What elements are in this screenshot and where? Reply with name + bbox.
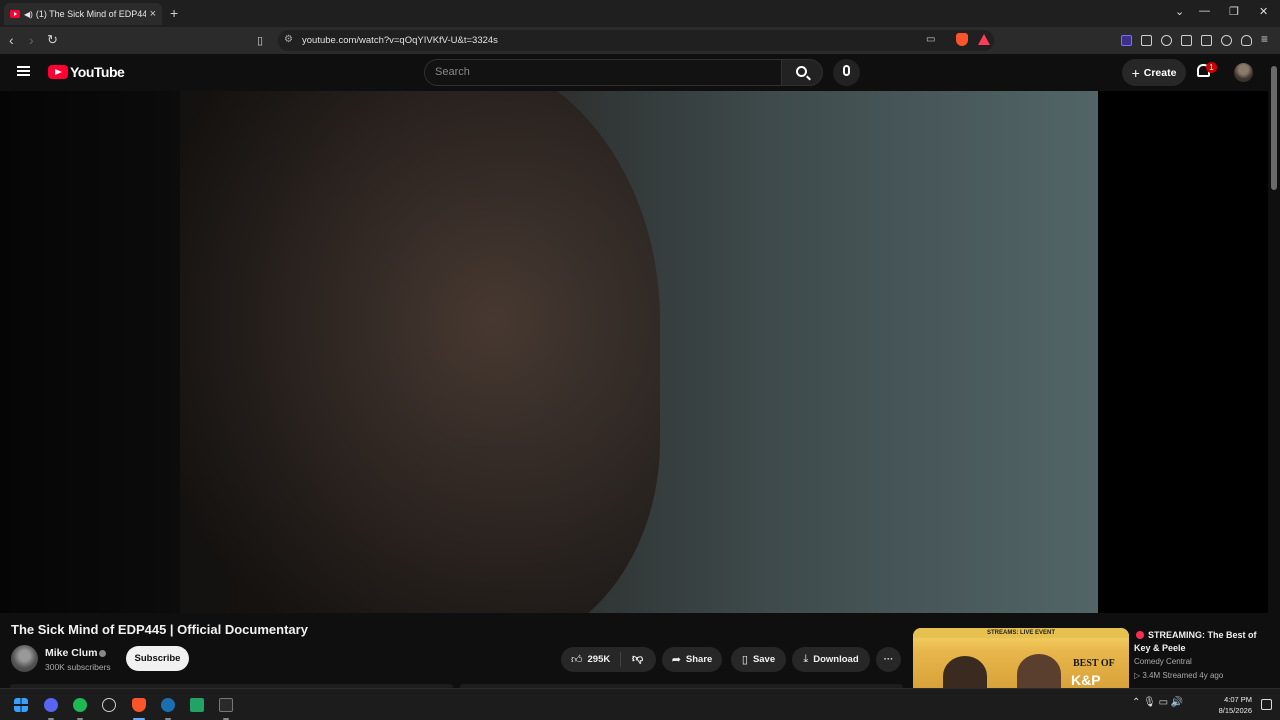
url-text[interactable]: youtube.com/watch?v=qOqYIVKfV-U&t=3324s <box>302 35 498 46</box>
notification-badge: 1 <box>1206 62 1217 73</box>
steam-icon[interactable] <box>161 698 175 712</box>
clock-time: 4:07 PM <box>1224 695 1252 704</box>
address-bar[interactable]: ⚙ youtube.com/watch?v=qOqYIVKfV-U&t=3324… <box>278 30 994 51</box>
download-button[interactable]: ⤓ Download <box>792 647 870 672</box>
plus-icon: + <box>1131 64 1140 81</box>
more-icon: ··· <box>883 654 894 665</box>
video-player[interactable] <box>0 91 1268 613</box>
scrollbar-thumb[interactable] <box>1271 66 1277 190</box>
back-icon[interactable]: ‹ <box>9 32 14 48</box>
recommended-video-thumbnail[interactable]: STREAMS: LIVE EVENT BEST OF K&P <box>913 628 1129 688</box>
search-placeholder: Search <box>435 66 470 78</box>
like-count: 295K <box>587 654 611 665</box>
subscriber-count: 300K subscribers <box>45 662 111 672</box>
extension-icon[interactable] <box>1121 35 1132 46</box>
search-input[interactable]: Search <box>424 59 782 86</box>
site-info-icon[interactable]: ⚙ <box>284 34 293 45</box>
microphone-icon <box>843 65 850 76</box>
channel-avatar[interactable] <box>11 645 38 672</box>
media-icon[interactable] <box>1161 35 1172 46</box>
thumbnail-person-right <box>1017 654 1061 688</box>
speaker-icon[interactable]: ◀) <box>24 10 33 19</box>
share-button[interactable]: ➦ Share <box>662 647 722 672</box>
youtube-header: YouTube Search + Create 1 <box>0 54 1268 91</box>
search-button[interactable] <box>781 59 823 86</box>
tab-title: (1) The Sick Mind of EDP445 <box>35 9 146 19</box>
thumbnail-text-best-of: BEST OF <box>1073 658 1115 669</box>
search-icon <box>796 66 807 77</box>
account-avatar[interactable] <box>1234 63 1253 82</box>
like-button[interactable]: 👍︎ 295K <box>571 653 610 666</box>
bookmark-icon[interactable]: ▯ <box>257 34 263 47</box>
video-title: The Sick Mind of EDP445 | Official Docum… <box>11 622 308 637</box>
notification-center-icon[interactable] <box>1261 699 1272 710</box>
youtube-logo-text[interactable]: YouTube <box>70 64 125 80</box>
youtube-logo-icon[interactable] <box>48 65 68 79</box>
like-dislike-group: 👍︎ 295K 👎︎ <box>561 647 656 672</box>
thumbnail-person-left <box>943 656 987 688</box>
page-scrollbar[interactable] <box>1270 60 1278 720</box>
discord-icon[interactable] <box>44 698 58 712</box>
download-icon: ⤓ <box>803 653 809 665</box>
windows-taskbar: ⌃ 🎙 ▭ 🔊 4:07 PM 8/15/2026 <box>0 688 1280 720</box>
save-label: Save <box>752 654 776 665</box>
recommended-channel-name[interactable]: Comedy Central <box>1134 657 1192 666</box>
close-window-button[interactable]: ✕ <box>1259 5 1268 18</box>
leo-ai-icon[interactable] <box>1221 35 1232 46</box>
tab-search-icon[interactable]: ⌄ <box>1175 5 1184 18</box>
browser-tab[interactable]: ◀) (1) The Sick Mind of EDP445 × <box>4 3 162 25</box>
cast-icon[interactable]: ▭ <box>926 34 935 45</box>
dislike-button[interactable]: 👎︎ <box>632 652 643 665</box>
bookmark-icon: ▯ <box>741 654 748 666</box>
subscribe-button[interactable]: Subscribe <box>126 646 189 671</box>
clock-date: 8/15/2026 <box>1218 706 1252 715</box>
download-label: Download <box>813 654 859 665</box>
sidebar-icon[interactable] <box>1181 35 1192 46</box>
youtube-favicon-icon <box>10 10 20 18</box>
voice-search-button[interactable] <box>833 59 860 86</box>
verified-icon <box>99 650 106 657</box>
windows-start-icon[interactable] <box>14 698 28 712</box>
chatgpt-icon[interactable] <box>102 698 116 712</box>
brave-rewards-icon[interactable] <box>978 34 990 45</box>
sheets-icon[interactable] <box>190 698 204 712</box>
system-tray-icons[interactable]: ⌃ 🎙 ▭ 🔊 <box>1132 697 1183 708</box>
channel-name[interactable]: Mike Clum <box>45 647 98 659</box>
maximize-button[interactable]: ❐ <box>1229 5 1239 18</box>
brave-shields-icon[interactable] <box>956 33 968 46</box>
create-label: Create <box>1143 66 1177 79</box>
video-frame[interactable] <box>0 91 1098 613</box>
forward-icon[interactable]: › <box>29 32 34 48</box>
video-still-image <box>180 91 660 613</box>
extensions-puzzle-icon[interactable] <box>1141 35 1152 46</box>
browser-menu-icon[interactable]: ≡ <box>1261 32 1268 46</box>
spotify-icon[interactable] <box>73 698 87 712</box>
recommended-video-title[interactable]: STREAMING: The Best of Key & Peele <box>1134 629 1268 655</box>
recommended-video-meta: ▷ 3.4M Streamed 4y ago <box>1134 671 1224 680</box>
epic-games-icon[interactable] <box>219 698 233 712</box>
menu-icon[interactable] <box>17 66 30 76</box>
share-icon: ➦ <box>671 654 681 666</box>
thumbs-up-icon: 👍︎ <box>571 654 583 666</box>
like-divider <box>620 652 621 667</box>
create-button[interactable]: + Create <box>1122 59 1186 86</box>
browser-tab-bar: ◀) (1) The Sick Mind of EDP445 × + ⌄ — ❐… <box>0 0 1280 27</box>
taskbar-clock[interactable]: 4:07 PM 8/15/2026 <box>1208 694 1252 716</box>
share-label: Share <box>685 654 713 665</box>
wallet-icon[interactable] <box>1201 35 1212 46</box>
brave-browser-icon[interactable] <box>132 698 146 712</box>
live-event-banner: STREAMS: LIVE EVENT <box>913 628 1129 638</box>
save-button[interactable]: ▯ Save <box>731 647 786 672</box>
more-actions-button[interactable]: ··· <box>876 647 901 672</box>
reload-icon[interactable]: ↻ <box>47 32 58 48</box>
thumbnail-text-kp: K&P <box>1071 672 1101 688</box>
minimize-button[interactable]: — <box>1199 5 1210 17</box>
vpn-shield-icon[interactable] <box>1241 35 1252 46</box>
new-tab-button[interactable]: + <box>170 5 178 21</box>
tab-close-icon[interactable]: × <box>150 8 156 20</box>
browser-toolbar: ‹ › ↻ ▯ ⚙ youtube.com/watch?v=qOqYIVKfV-… <box>0 27 1280 54</box>
